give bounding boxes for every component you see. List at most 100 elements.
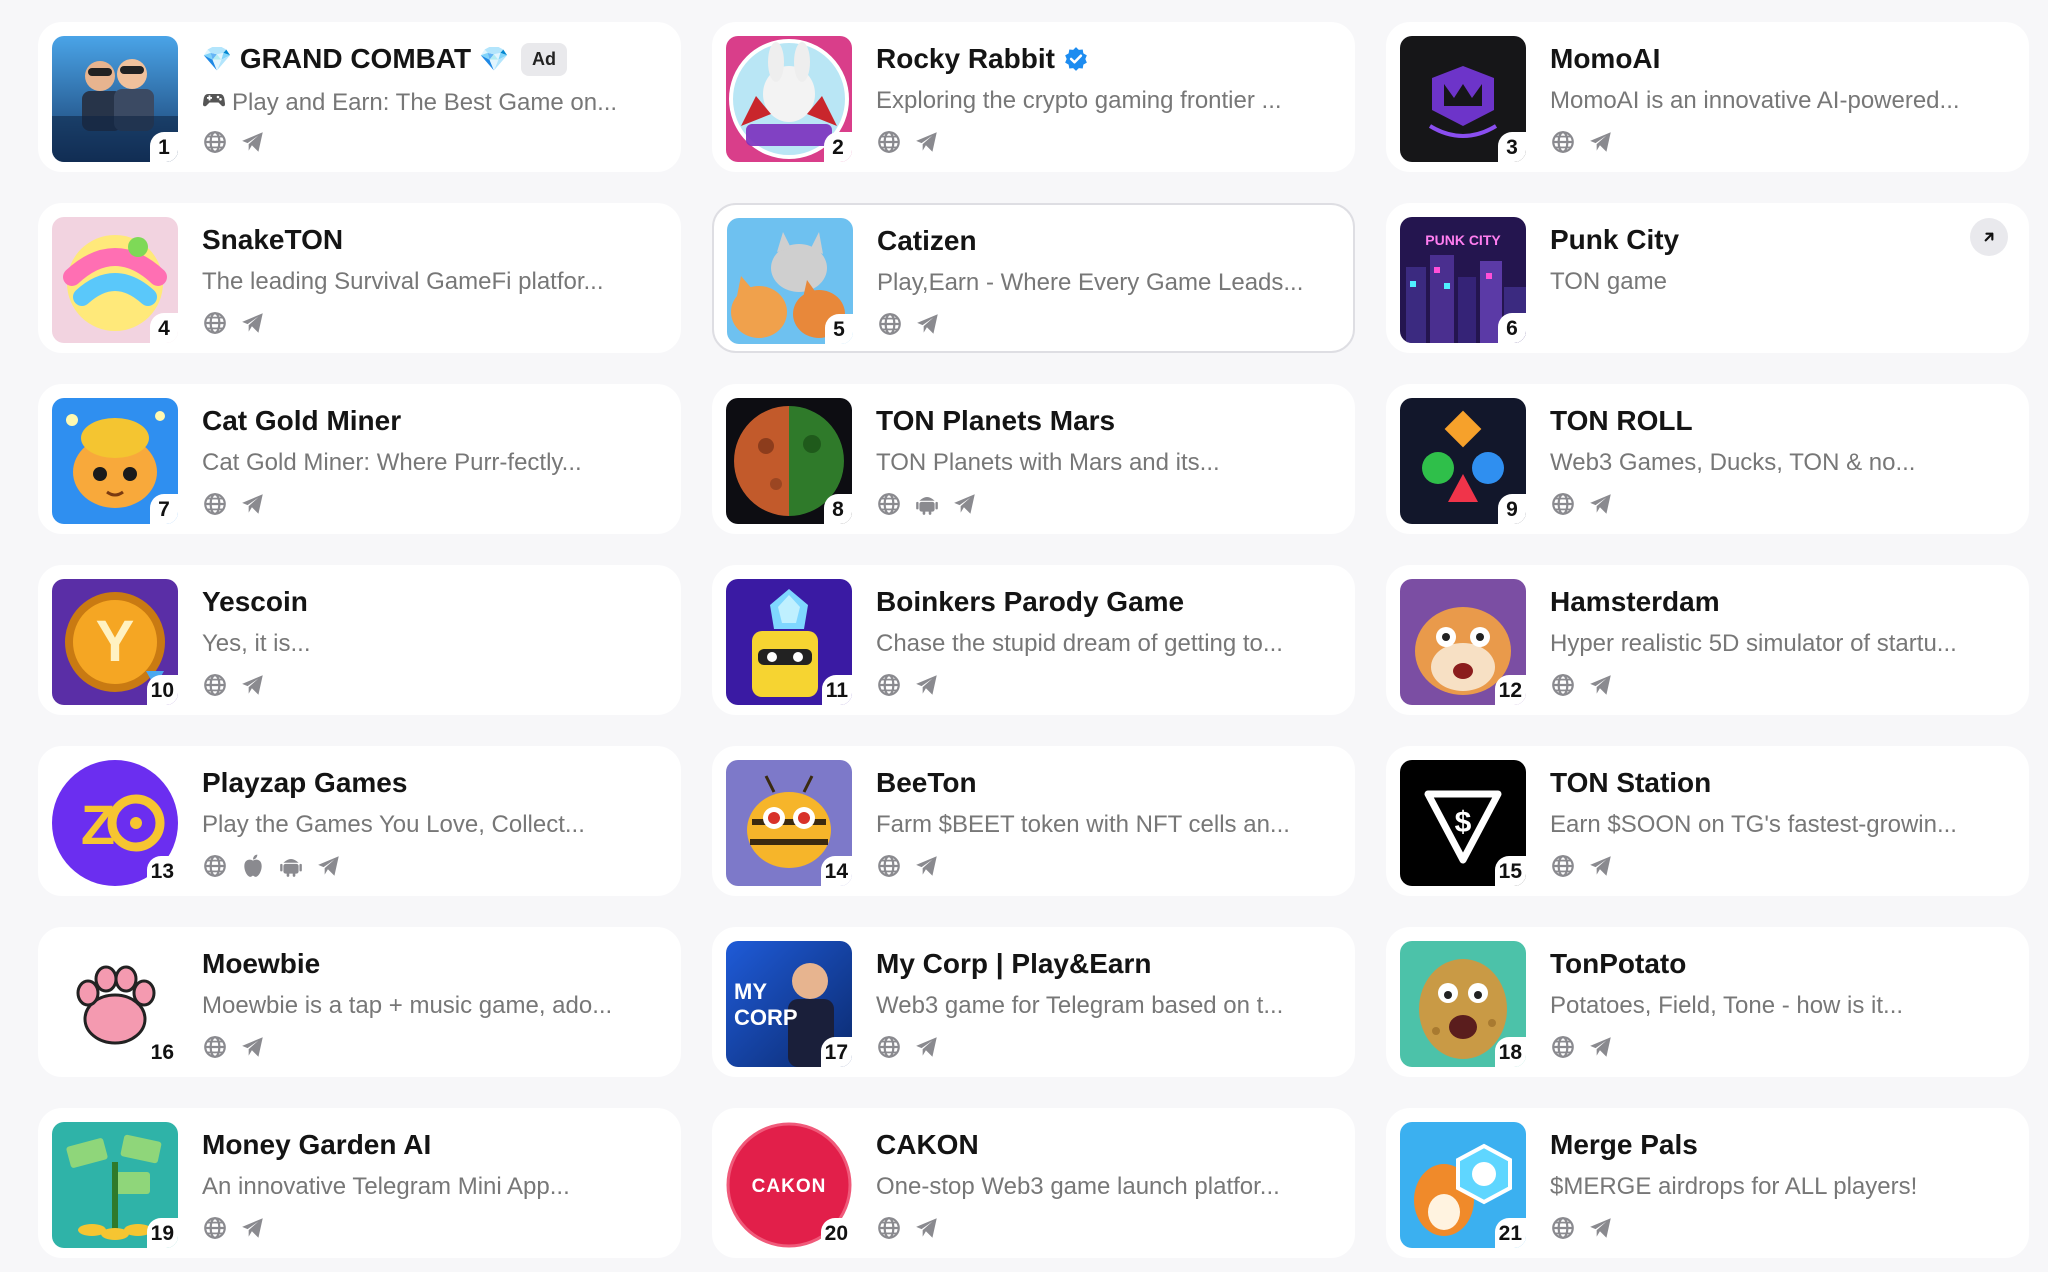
globe-icon[interactable]	[202, 672, 228, 698]
app-card[interactable]: 7 Cat Gold Miner Cat Gold Miner: Where Pur…	[38, 384, 681, 534]
globe-icon[interactable]	[876, 129, 902, 155]
app-thumbnail[interactable]: 7	[52, 398, 178, 524]
app-title[interactable]: BeeTon	[876, 767, 977, 799]
globe-icon[interactable]	[876, 1034, 902, 1060]
telegram-icon[interactable]	[914, 853, 940, 879]
app-thumbnail[interactable]: $15	[1400, 760, 1526, 886]
telegram-icon[interactable]	[1588, 129, 1614, 155]
telegram-icon[interactable]	[240, 491, 266, 517]
app-title[interactable]: Playzap Games	[202, 767, 407, 799]
telegram-icon[interactable]	[952, 491, 978, 517]
app-title[interactable]: SnakeTON	[202, 224, 343, 256]
telegram-icon[interactable]	[1588, 1215, 1614, 1241]
globe-icon[interactable]	[202, 129, 228, 155]
app-title[interactable]: Cat Gold Miner	[202, 405, 401, 437]
app-title[interactable]: TON ROLL	[1550, 405, 1693, 437]
telegram-icon[interactable]	[1588, 1034, 1614, 1060]
app-title[interactable]: Merge Pals	[1550, 1129, 1698, 1161]
globe-icon[interactable]	[202, 1034, 228, 1060]
telegram-icon[interactable]	[1588, 672, 1614, 698]
globe-icon[interactable]	[1550, 491, 1576, 517]
app-card[interactable]: PUNK CITY 6 Punk City TON game	[1386, 203, 2029, 353]
app-card[interactable]: 19 Money Garden AI An innovative Telegram …	[38, 1108, 681, 1258]
globe-icon[interactable]	[877, 311, 903, 337]
android-icon[interactable]	[914, 491, 940, 517]
app-card[interactable]: 16 Moewbie Moewbie is a tap + music game, …	[38, 927, 681, 1077]
globe-icon[interactable]	[876, 853, 902, 879]
globe-icon[interactable]	[876, 672, 902, 698]
app-card[interactable]: Z 13 Playzap Games Play the Games You Love,…	[38, 746, 681, 896]
app-card[interactable]: 8 TON Planets Mars TON Planets with Mars a…	[712, 384, 1355, 534]
apple-icon[interactable]	[240, 853, 266, 879]
globe-icon[interactable]	[876, 1215, 902, 1241]
app-card[interactable]: 12 Hamsterdam Hyper realistic 5D simulator…	[1386, 565, 2029, 715]
app-card[interactable]: 14 BeeTon Farm $BEET token with NFT cells …	[712, 746, 1355, 896]
app-thumbnail[interactable]: 4	[52, 217, 178, 343]
app-card[interactable]: MY CORP 17 My Corp | Play&Earn Web3 game for…	[712, 927, 1355, 1077]
app-title[interactable]: Hamsterdam	[1550, 586, 1720, 618]
app-card[interactable]: $15 TON Station Earn $SOON on TG's fastest…	[1386, 746, 2029, 896]
telegram-icon[interactable]	[1588, 853, 1614, 879]
app-card[interactable]: 18 TonPotato Potatoes, Field, Tone - how i…	[1386, 927, 2029, 1077]
app-card[interactable]: 5 Catizen Play,Earn - Where Every Game Lea…	[712, 203, 1355, 353]
app-thumbnail[interactable]: 9	[1400, 398, 1526, 524]
app-thumbnail[interactable]: 5	[727, 218, 853, 344]
telegram-icon[interactable]	[316, 853, 342, 879]
app-title[interactable]: My Corp | Play&Earn	[876, 948, 1151, 980]
app-thumbnail[interactable]: 8	[726, 398, 852, 524]
app-card[interactable]: Y 10 Yescoin Yes, it is...	[38, 565, 681, 715]
telegram-icon[interactable]	[240, 672, 266, 698]
app-thumbnail[interactable]: Y 10	[52, 579, 178, 705]
app-card[interactable]: 21 Merge Pals $MERGE airdrops for ALL play…	[1386, 1108, 2029, 1258]
app-title[interactable]: CAKON	[876, 1129, 979, 1161]
app-title[interactable]: TON Planets Mars	[876, 405, 1115, 437]
app-card[interactable]: 2 Rocky Rabbit Exploring the crypto gaming…	[712, 22, 1355, 172]
app-title[interactable]: Catizen	[877, 225, 977, 257]
app-card[interactable]: 1 💎 GRAND COMBAT 💎 Ad Play and Earn: The Best…	[38, 22, 681, 172]
app-title[interactable]: Moewbie	[202, 948, 320, 980]
app-title[interactable]: Boinkers Parody Game	[876, 586, 1184, 618]
app-thumbnail[interactable]: 1	[52, 36, 178, 162]
globe-icon[interactable]	[202, 491, 228, 517]
globe-icon[interactable]	[1550, 129, 1576, 155]
telegram-icon[interactable]	[914, 129, 940, 155]
globe-icon[interactable]	[1550, 853, 1576, 879]
app-title[interactable]: TonPotato	[1550, 948, 1686, 980]
app-thumbnail[interactable]: 3	[1400, 36, 1526, 162]
telegram-icon[interactable]	[914, 672, 940, 698]
app-thumbnail[interactable]: 2	[726, 36, 852, 162]
app-card[interactable]: CAKON 20 CAKON One-stop Web3 game launch pl…	[712, 1108, 1355, 1258]
globe-icon[interactable]	[202, 853, 228, 879]
app-thumbnail[interactable]: 11	[726, 579, 852, 705]
app-thumbnail[interactable]: 18	[1400, 941, 1526, 1067]
app-card[interactable]: 9 TON ROLL Web3 Games, Ducks, TON & no...	[1386, 384, 2029, 534]
app-card[interactable]: 4 SnakeTON The leading Survival GameFi pla…	[38, 203, 681, 353]
app-thumbnail[interactable]: 19	[52, 1122, 178, 1248]
app-title[interactable]: GRAND COMBAT	[240, 43, 471, 75]
app-title[interactable]: MomoAI	[1550, 43, 1660, 75]
telegram-icon[interactable]	[915, 311, 941, 337]
globe-icon[interactable]	[202, 310, 228, 336]
globe-icon[interactable]	[1550, 1215, 1576, 1241]
telegram-icon[interactable]	[240, 1215, 266, 1241]
app-card[interactable]: 11 Boinkers Parody Game Chase the stupid d…	[712, 565, 1355, 715]
globe-icon[interactable]	[202, 1215, 228, 1241]
app-card[interactable]: 3 MomoAI MomoAI is an innovative AI-powere…	[1386, 22, 2029, 172]
app-thumbnail[interactable]: 14	[726, 760, 852, 886]
app-thumbnail[interactable]: Z 13	[52, 760, 178, 886]
globe-icon[interactable]	[1550, 672, 1576, 698]
telegram-icon[interactable]	[914, 1215, 940, 1241]
app-thumbnail[interactable]: 12	[1400, 579, 1526, 705]
app-title[interactable]: Rocky Rabbit	[876, 43, 1055, 75]
app-title[interactable]: Money Garden AI	[202, 1129, 431, 1161]
globe-icon[interactable]	[1550, 1034, 1576, 1060]
app-thumbnail[interactable]: PUNK CITY 6	[1400, 217, 1526, 343]
app-thumbnail[interactable]: CAKON 20	[726, 1122, 852, 1248]
android-icon[interactable]	[278, 853, 304, 879]
app-title[interactable]: Punk City	[1550, 224, 1679, 256]
external-link-button[interactable]	[1970, 218, 2008, 256]
app-title[interactable]: TON Station	[1550, 767, 1711, 799]
app-thumbnail[interactable]: MY CORP 17	[726, 941, 852, 1067]
app-thumbnail[interactable]: 21	[1400, 1122, 1526, 1248]
telegram-icon[interactable]	[240, 310, 266, 336]
